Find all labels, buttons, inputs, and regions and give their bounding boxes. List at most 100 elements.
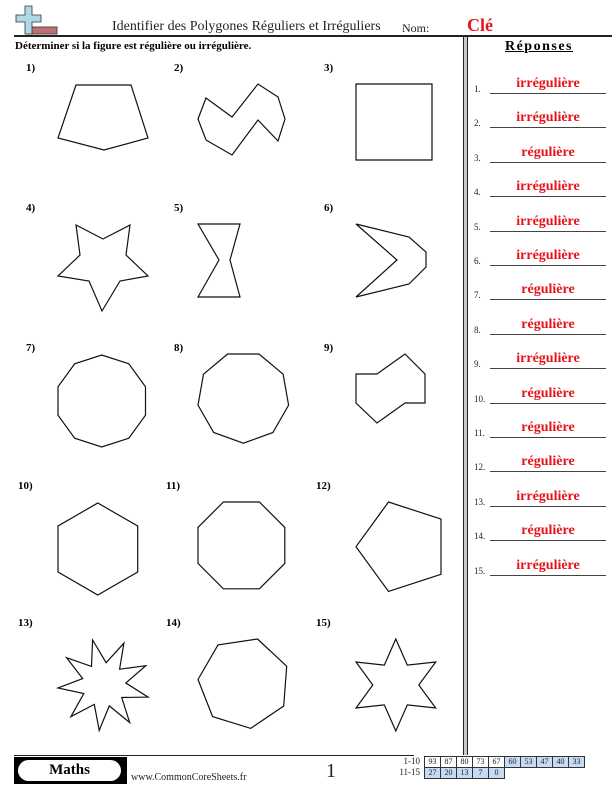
answer-line: [490, 265, 606, 266]
answer-value[interactable]: régulière: [490, 420, 606, 436]
answer-number: 13.: [474, 496, 486, 507]
answer-row: 6. irrégulière: [474, 246, 606, 266]
score-cell: 47: [536, 756, 553, 768]
score-cell: 13: [456, 767, 473, 779]
answer-line: [490, 368, 606, 370]
answer-number: 10.: [474, 393, 486, 404]
column-divider: [463, 37, 468, 755]
polygon-outline: [197, 501, 286, 590]
footer-rule: [14, 755, 414, 756]
answer-value[interactable]: irrégulière: [490, 248, 606, 264]
answer-line: [490, 402, 606, 404]
answer-number: 5.: [474, 221, 481, 232]
answer-line: [490, 230, 606, 232]
subject-badge: Maths: [18, 760, 121, 781]
irregular-hexagon-shape: [355, 353, 426, 424]
answer-value[interactable]: irrégulière: [490, 351, 606, 367]
answer-value[interactable]: régulière: [490, 523, 606, 539]
answer-line: [490, 299, 606, 301]
score-cell: 0: [488, 767, 505, 779]
name-value: Clé: [467, 15, 493, 35]
answer-value[interactable]: irrégulière: [490, 179, 606, 195]
answer-value[interactable]: irrégulière: [490, 76, 606, 92]
answer-number: 14.: [474, 531, 486, 542]
header-rule: [14, 35, 612, 37]
answer-row: 12. régulière: [474, 452, 606, 473]
answer-number: 6.: [474, 256, 481, 266]
problem-number: 10): [18, 480, 33, 492]
polygon-outline: [355, 353, 426, 424]
regular-decagon-shape: [57, 354, 147, 448]
polygon-outline: [196, 223, 241, 298]
answer-number: 8.: [474, 324, 481, 335]
polygon-outline: [197, 353, 290, 444]
answer-value[interactable]: irrégulière: [490, 489, 606, 505]
regular-octagon-shape: [197, 501, 286, 590]
answer-value[interactable]: irrégulière: [490, 110, 606, 126]
problem-number: 4): [26, 202, 36, 214]
problem-number: 9): [324, 342, 334, 354]
six-point-star-shape: [354, 637, 437, 733]
score-row: 27 20 13 7 0: [424, 767, 505, 779]
polygon-outline: [197, 83, 286, 156]
answer-line: [490, 505, 606, 507]
score-cell: 40: [552, 756, 569, 768]
answer-line: [490, 333, 606, 335]
instructions: Déterminer si la figure est régulière ou…: [15, 40, 252, 52]
answer-value[interactable]: irrégulière: [490, 214, 606, 230]
polygon-outline: [55, 637, 151, 733]
problem-number: 8): [174, 342, 184, 354]
regular-heptagon-shape: [197, 638, 288, 730]
square-shape: [355, 83, 433, 161]
polygon-outline: [355, 83, 433, 161]
regular-hexagon-shape: [57, 502, 139, 596]
bowtie-hexagon-shape: [196, 223, 241, 298]
score-cell: 60: [504, 756, 521, 768]
answer-row: 8. régulière: [474, 315, 606, 335]
answer-value[interactable]: régulière: [490, 145, 606, 161]
answer-value[interactable]: régulière: [490, 282, 606, 298]
answer-row: 3. régulière: [474, 143, 606, 163]
answer-number: 3.: [474, 152, 481, 163]
irregular-nine-point-star-shape: [55, 637, 151, 733]
worksheet-title: Identifier des Polygones Réguliers et Ir…: [112, 19, 381, 34]
answer-row: 4. irrégulière: [474, 177, 606, 198]
score-cell: 53: [520, 756, 537, 768]
answer-number: 11.: [474, 428, 485, 438]
answer-value[interactable]: irrégulière: [490, 558, 606, 574]
polygon-outline: [197, 638, 288, 730]
chevron-polygon-shape: [355, 223, 427, 298]
answer-number: 4.: [474, 187, 481, 198]
answer-value[interactable]: régulière: [490, 386, 606, 402]
score-cell: 67: [488, 756, 505, 768]
score-cell: 20: [440, 767, 457, 779]
irregular-star-shape: [56, 223, 150, 313]
plus-and-bar-icon: [15, 5, 58, 35]
score-range-label: 11-15: [399, 767, 420, 777]
answer-line: [490, 93, 606, 94]
answer-row: 11. régulière: [474, 418, 606, 438]
answer-row: 9. irrégulière: [474, 349, 606, 370]
irregular-zigzag-polygon-shape: [197, 83, 286, 156]
answer-value[interactable]: régulière: [490, 454, 606, 470]
score-cell: 73: [472, 756, 489, 768]
score-cell: 27: [424, 767, 441, 779]
problem-number: 11): [166, 480, 181, 492]
answer-line: [490, 540, 606, 542]
answer-number: 12.: [474, 462, 486, 473]
answer-row: 2. irrégulière: [474, 108, 606, 129]
answer-number: 15.: [474, 565, 486, 576]
answer-line: [490, 574, 606, 576]
score-cell: 93: [424, 756, 441, 768]
website-link[interactable]: www.CommonCoreSheets.fr: [131, 772, 246, 783]
answer-number: 2.: [474, 118, 481, 129]
answer-row: 5. irrégulière: [474, 212, 606, 232]
problem-number: 12): [316, 480, 331, 492]
polygon-outline: [56, 223, 150, 313]
irregular-pentagon-shape: [57, 84, 149, 151]
answer-line: [490, 471, 606, 473]
answer-number: 1.: [474, 84, 481, 94]
answer-value[interactable]: régulière: [490, 317, 606, 333]
problem-number: 1): [26, 62, 36, 74]
answer-number: 9.: [474, 359, 481, 370]
